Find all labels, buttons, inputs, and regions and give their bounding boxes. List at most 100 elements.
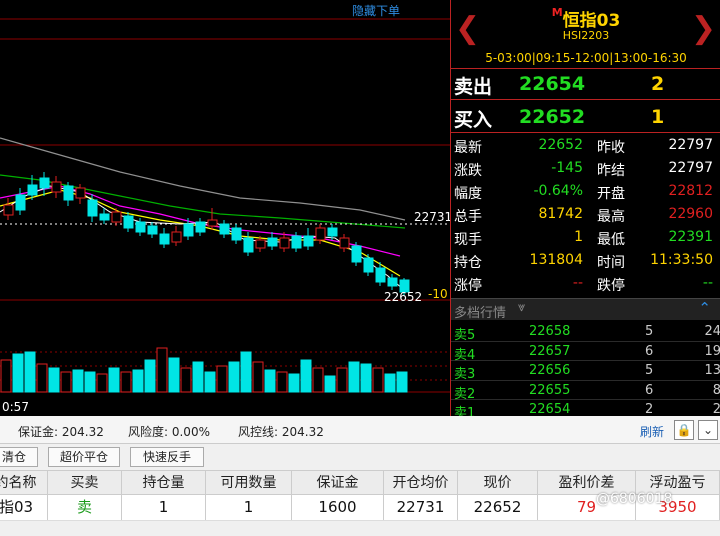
column-header[interactable]: 保证金 bbox=[292, 471, 384, 494]
depth-qty: 6 bbox=[645, 343, 654, 359]
table-cell: 1 bbox=[206, 495, 292, 520]
depth-count: 19 bbox=[704, 343, 720, 359]
quote-row: 持仓 131804 时间 11:33:50 bbox=[451, 250, 720, 273]
candle-body bbox=[351, 245, 362, 263]
depth-row[interactable]: 卖4 22657 6 19 bbox=[451, 342, 720, 363]
lock-icon[interactable]: 🔒 bbox=[674, 420, 694, 440]
volume-bar bbox=[24, 351, 36, 393]
quote-label: 开盘 bbox=[597, 186, 625, 202]
candle-body bbox=[15, 194, 26, 211]
volume-bar bbox=[360, 363, 372, 393]
table-cell: 22731 bbox=[384, 495, 458, 520]
candle-body bbox=[231, 227, 242, 241]
candle-body bbox=[279, 237, 290, 249]
depth-row[interactable]: 卖3 22656 5 13 bbox=[451, 361, 720, 382]
risk-line-text: 风控线: 204.32 bbox=[238, 425, 324, 439]
candle-body bbox=[387, 277, 398, 287]
volume-bar bbox=[216, 365, 228, 393]
quote-label: 涨停 bbox=[454, 278, 482, 294]
column-header[interactable]: 开仓均价 bbox=[384, 471, 458, 494]
hide-order-link[interactable]: 隐藏下单 bbox=[352, 2, 400, 19]
divider bbox=[451, 99, 720, 100]
table-cell: 1 bbox=[122, 495, 206, 520]
quote-value: -145 bbox=[551, 160, 583, 176]
quote-label: 最新 bbox=[454, 140, 482, 156]
bid-price: 22652 bbox=[519, 106, 586, 128]
volume-bar bbox=[396, 371, 408, 393]
fast-reverse-button[interactable]: 快速反手 bbox=[130, 447, 204, 467]
depth-level-label: 卖3 bbox=[454, 367, 476, 382]
volume-bar bbox=[372, 367, 384, 393]
quote-value: 22391 bbox=[668, 229, 713, 245]
column-header[interactable]: 买卖 bbox=[48, 471, 122, 494]
quote-label: 时间 bbox=[597, 255, 625, 271]
risk-text: 风险度: 0.00% bbox=[128, 425, 210, 439]
action-bar: 清仓 超价平仓 快速反手 bbox=[0, 445, 720, 469]
volume-bar bbox=[348, 361, 360, 393]
depth-count: 8 bbox=[712, 382, 720, 398]
depth-level-label: 卖4 bbox=[454, 347, 476, 363]
quote-value: 22652 bbox=[538, 137, 583, 153]
quote-label: 现手 bbox=[454, 232, 482, 248]
volume-bar bbox=[36, 363, 48, 393]
depth-price: 22657 bbox=[529, 343, 571, 359]
kline-chart[interactable]: 22731 22652 -10 0:57 隐藏下单 bbox=[0, 0, 450, 416]
candle-body bbox=[363, 257, 374, 273]
double-chevron-down-icon: ⩔ bbox=[518, 300, 526, 315]
depth-row[interactable]: 卖2 22655 6 8 bbox=[451, 381, 720, 402]
refresh-link[interactable]: 刷新 bbox=[640, 423, 664, 440]
depth-price: 22654 bbox=[529, 402, 571, 417]
quote-panel: ❮ ❯ M恒指03 HSI2203 5-03:00|09:15-12:00|13… bbox=[450, 0, 720, 421]
ask-row[interactable]: 卖出 22654 2 bbox=[451, 69, 720, 99]
chevron-up-icon[interactable]: ⌃ bbox=[698, 299, 711, 317]
quote-stats: 最新 22652 昨收 22797 涨跌 -145 昨结 22797 幅度 -0.64% 开盘 228… bbox=[451, 135, 720, 296]
candle-body bbox=[315, 227, 326, 241]
candle-body bbox=[159, 233, 170, 245]
quote-label: 昨收 bbox=[597, 140, 625, 156]
quote-row: 涨停 -- 跌停 -- bbox=[451, 273, 720, 296]
candle-body bbox=[219, 223, 230, 235]
close-all-button[interactable]: 清仓 bbox=[0, 447, 38, 467]
volume-bar bbox=[72, 369, 84, 393]
trading-hours: 5-03:00|09:15-12:00|13:00-16:30 bbox=[485, 51, 687, 65]
quote-label: 幅度 bbox=[454, 186, 482, 202]
column-header[interactable]: 合约名称 bbox=[0, 471, 48, 494]
column-header[interactable]: 持仓量 bbox=[122, 471, 206, 494]
volume-bar bbox=[312, 367, 324, 393]
quote-value: 22797 bbox=[668, 137, 713, 153]
quote-label: 持仓 bbox=[454, 255, 482, 271]
depth-count: 13 bbox=[704, 363, 720, 378]
column-header[interactable]: 可用数量 bbox=[206, 471, 292, 494]
volume-bar bbox=[384, 373, 396, 393]
quote-value: 1 bbox=[574, 229, 583, 245]
volume-bar bbox=[192, 361, 204, 393]
volume-bar bbox=[252, 361, 264, 393]
table-cell: 22652 bbox=[458, 495, 538, 520]
quote-value: -- bbox=[572, 275, 583, 291]
bid-row[interactable]: 买入 22652 1 bbox=[451, 102, 720, 132]
depth-list: 卖5 22658 5 24 卖4 22657 6 19 卖3 22656 5 13 卖2 22655 6 8 卖… bbox=[451, 322, 720, 421]
candle-body bbox=[135, 221, 146, 233]
quote-value: 131804 bbox=[529, 252, 583, 268]
depth-qty: 2 bbox=[645, 402, 654, 417]
table-cell: 卖 bbox=[48, 495, 122, 520]
depth-row[interactable]: 卖5 22658 5 24 bbox=[451, 322, 720, 343]
dropdown-icon[interactable]: ⌄ bbox=[698, 420, 718, 440]
depth-price: 22655 bbox=[529, 382, 571, 398]
candle-body bbox=[291, 235, 302, 249]
column-header[interactable]: 现价 bbox=[458, 471, 538, 494]
quote-label: 昨结 bbox=[597, 163, 625, 179]
table-cell: 恒指03 bbox=[0, 495, 48, 520]
quote-value: 81742 bbox=[538, 206, 583, 222]
excess-close-button[interactable]: 超价平仓 bbox=[48, 447, 120, 467]
candle-body bbox=[327, 227, 338, 237]
depth-header[interactable]: 多档行情 ⩔ ⌃ bbox=[451, 298, 720, 321]
volume-bar bbox=[240, 351, 252, 393]
candle-body bbox=[183, 223, 194, 237]
candle-body bbox=[255, 239, 266, 249]
margin-text: 保证金: 204.32 bbox=[18, 425, 104, 439]
quote-label: 跌停 bbox=[597, 278, 625, 294]
symbol-code: HSI2203 bbox=[562, 29, 610, 42]
quote-value: 11:33:50 bbox=[650, 252, 713, 268]
volume-bar bbox=[84, 371, 96, 393]
